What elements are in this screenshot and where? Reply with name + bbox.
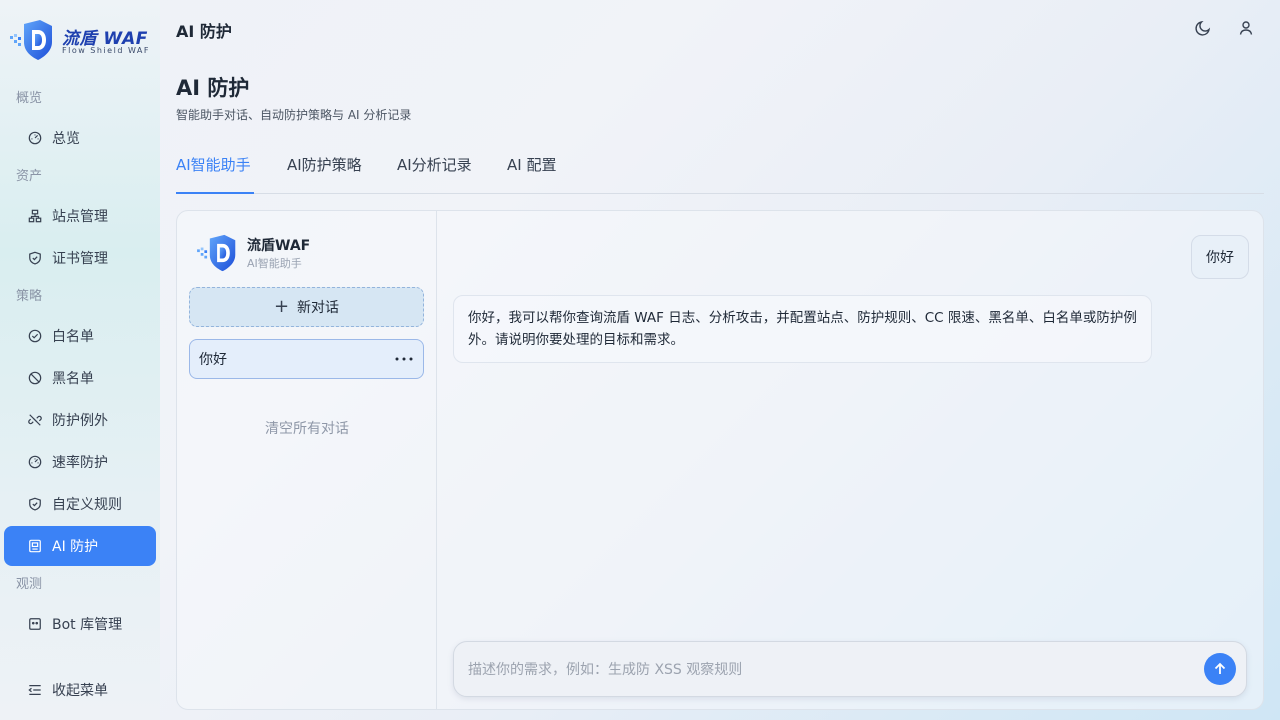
- sidebar: 流盾 WAF Flow Shield WAF 概览 总览 资产 站点管理 证书管…: [0, 0, 160, 720]
- sidebar-nav: 概览 总览 资产 站点管理 证书管理 策略 白名单 黑名单 防护例外 速率防护 …: [0, 82, 160, 664]
- page-title: AI 防护: [176, 76, 250, 100]
- brand-tagline: Flow Shield WAF: [62, 46, 150, 55]
- assistant-message: 你好，我可以帮你查询流盾 WAF 日志、分析攻击，并配置站点、防护规则、CC 限…: [453, 295, 1152, 363]
- tab-ai-assistant[interactable]: AI智能助手: [176, 154, 251, 194]
- sidebar-item-bot-library[interactable]: Bot 库管理: [4, 604, 156, 644]
- tab-ai-policy[interactable]: AI防护策略: [287, 154, 362, 194]
- user-menu-button[interactable]: [1236, 18, 1256, 38]
- new-conversation-label: 新对话: [297, 300, 340, 316]
- conversation-title: 你好: [199, 352, 227, 368]
- robot-icon: [28, 539, 42, 553]
- page-subtitle: 智能助手对话、自动防护策略与 AI 分析记录: [176, 108, 412, 122]
- plus-icon: +: [273, 296, 290, 317]
- sidebar-item-rate-limit[interactable]: 速率防护: [4, 442, 156, 482]
- gauge-icon: [28, 455, 42, 469]
- sidebar-item-custom-rules[interactable]: 自定义规则: [4, 484, 156, 524]
- bot-icon: [28, 617, 42, 631]
- tab-ai-analysis[interactable]: AI分析记录: [397, 154, 472, 194]
- sidebar-item-blacklist[interactable]: 黑名单: [4, 358, 156, 398]
- sidebar-item-sites[interactable]: 站点管理: [4, 196, 156, 236]
- menu-fold-icon: [28, 683, 42, 697]
- ban-icon: [28, 371, 42, 385]
- send-button[interactable]: [1204, 653, 1236, 685]
- moon-icon: [1195, 20, 1211, 36]
- sidebar-item-label: 自定义规则: [52, 497, 122, 513]
- shield-logo-icon: [197, 234, 236, 272]
- topbar-title: AI 防护: [176, 22, 232, 41]
- chat-area: 你好 你好，我可以帮你查询流盾 WAF 日志、分析攻击，并配置站点、防护规则、C…: [437, 211, 1263, 709]
- sidebar-item-exceptions[interactable]: 防护例外: [4, 400, 156, 440]
- unlink-icon: [28, 413, 42, 427]
- assistant-role: AI智能助手: [247, 257, 302, 270]
- sidebar-item-label: AI 防护: [52, 539, 99, 555]
- nav-section-observe: 观测: [16, 577, 43, 592]
- shield-logo-icon: [10, 20, 52, 60]
- sidebar-item-label: 黑名单: [52, 371, 94, 387]
- user-icon: [1239, 21, 1253, 35]
- tab-bar: AI智能助手 AI防护策略 AI分析记录 AI 配置: [176, 148, 1264, 194]
- nav-section-assets: 资产: [16, 169, 43, 184]
- sidebar-item-label: 站点管理: [52, 209, 108, 225]
- more-options-icon[interactable]: [393, 348, 415, 370]
- collapse-menu-button[interactable]: 收起菜单: [28, 680, 108, 700]
- sidebar-item-label: 防护例外: [52, 413, 108, 429]
- sitemap-icon: [28, 209, 42, 223]
- assistant-header: 流盾WAF AI智能助手: [197, 233, 417, 273]
- sidebar-item-label: 总览: [52, 131, 80, 147]
- sidebar-item-overview[interactable]: 总览: [4, 118, 156, 158]
- chat-input-box: [453, 641, 1247, 697]
- sidebar-item-label: 白名单: [52, 329, 94, 345]
- tab-ai-config[interactable]: AI 配置: [507, 154, 556, 194]
- conversation-item[interactable]: 你好: [189, 339, 424, 379]
- sidebar-item-whitelist[interactable]: 白名单: [4, 316, 156, 356]
- arrow-up-icon: [1214, 662, 1226, 674]
- check-circle-icon: [28, 329, 42, 343]
- sidebar-item-label: 证书管理: [52, 251, 108, 267]
- assistant-panel: 流盾WAF AI智能助手 + 新对话 你好 清空所有对话 你好 你好，我可以帮你…: [176, 210, 1264, 710]
- chat-input[interactable]: [468, 656, 1188, 684]
- conversation-sidebar: 流盾WAF AI智能助手 + 新对话 你好 清空所有对话: [177, 211, 437, 709]
- new-conversation-button[interactable]: + 新对话: [189, 287, 424, 327]
- theme-toggle-button[interactable]: [1193, 18, 1213, 38]
- active-tab-indicator: [176, 192, 254, 194]
- gauge-icon: [28, 131, 42, 145]
- nav-section-overview: 概览: [16, 91, 43, 106]
- shield-check-icon: [28, 497, 42, 511]
- nav-section-policy: 策略: [16, 289, 43, 304]
- collapse-menu-label: 收起菜单: [52, 683, 108, 699]
- sidebar-item-certificates[interactable]: 证书管理: [4, 238, 156, 278]
- user-message: 你好: [1191, 235, 1249, 279]
- sidebar-item-label: 速率防护: [52, 455, 108, 471]
- assistant-name: 流盾WAF: [247, 238, 311, 254]
- sidebar-item-ai-protection[interactable]: AI 防护: [4, 526, 156, 566]
- clear-all-conversations-button[interactable]: 清空所有对话: [177, 418, 437, 438]
- ellipsis-icon: [395, 357, 413, 361]
- brand-logo[interactable]: 流盾 WAF Flow Shield WAF: [10, 18, 152, 62]
- sidebar-item-label: Bot 库管理: [52, 617, 123, 633]
- shield-check-icon: [28, 251, 42, 265]
